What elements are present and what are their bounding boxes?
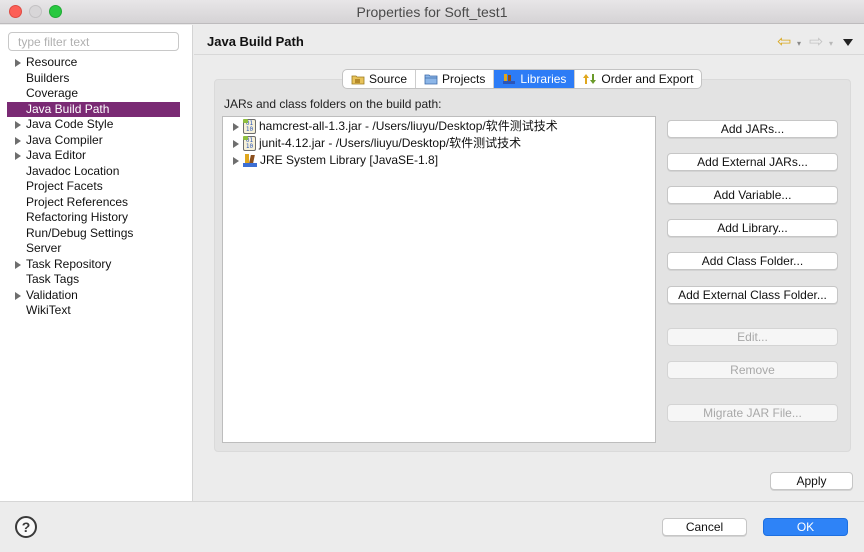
add-jars-button[interactable]: Add JARs... xyxy=(667,120,838,138)
properties-dialog: Properties for Soft_test1 Resource Build… xyxy=(0,0,864,552)
expand-arrow-icon[interactable] xyxy=(233,139,239,148)
jars-list-label: JARs and class folders on the build path… xyxy=(224,97,442,111)
sidebar-item-javadoc-location[interactable]: Javadoc Location xyxy=(7,164,180,180)
forward-arrow-icon[interactable]: ⇨ xyxy=(809,33,823,50)
tab-source[interactable]: Source xyxy=(343,70,417,88)
add-class-folder-button[interactable]: Add Class Folder... xyxy=(667,252,838,270)
order-export-icon xyxy=(583,74,597,84)
jar-icon: 01 10 xyxy=(243,136,256,151)
add-library-button[interactable]: Add Library... xyxy=(667,219,838,237)
sidebar-item-java-code-style[interactable]: Java Code Style xyxy=(7,117,180,133)
forward-history-dropdown-icon[interactable]: ▾ xyxy=(829,39,833,48)
source-folder-icon xyxy=(351,75,365,85)
tree-item[interactable]: 01 10 junit-4.12.jar - /Users/liuyu/Deskt… xyxy=(223,135,521,152)
sidebar-item-validation[interactable]: Validation xyxy=(7,288,180,304)
tree-item[interactable]: JRE System Library [JavaSE-1.8] xyxy=(223,152,438,169)
tab-libraries[interactable]: Libraries xyxy=(494,70,576,88)
sidebar-item-java-build-path[interactable]: Java Build Path xyxy=(7,101,180,117)
tab-label: Libraries xyxy=(520,72,567,86)
sidebar-item-task-repository[interactable]: Task Repository xyxy=(7,257,180,273)
edit-button[interactable]: Edit... xyxy=(667,328,838,346)
add-variable-button[interactable]: Add Variable... xyxy=(667,186,838,204)
view-menu-icon[interactable] xyxy=(843,39,853,46)
sidebar-item-label: Task Tags xyxy=(26,272,80,286)
back-history-dropdown-icon[interactable]: ▾ xyxy=(797,39,801,48)
filter-input[interactable] xyxy=(8,32,179,51)
sidebar-item-label: Java Compiler xyxy=(26,132,103,147)
tab-projects[interactable]: Projects xyxy=(416,70,495,88)
sidebar-item-label: Coverage xyxy=(26,86,79,100)
header-divider xyxy=(194,54,864,55)
tab-order-and-export[interactable]: Order and Export xyxy=(575,70,701,88)
sidebar-item-refactoring-history[interactable]: Refactoring History xyxy=(7,210,180,226)
library-icon xyxy=(243,154,257,167)
sidebar-item-java-compiler[interactable]: Java Compiler xyxy=(7,133,180,149)
expand-arrow-icon[interactable] xyxy=(233,122,239,131)
window-title: Properties for Soft_test1 xyxy=(356,4,508,20)
tree-item[interactable]: 01 10 hamcrest-all-1.3.jar - /Users/liuyu… xyxy=(223,118,558,135)
expand-arrow-icon[interactable] xyxy=(15,291,21,300)
sidebar-item-label: Java Build Path xyxy=(26,101,110,116)
sidebar-item-label: Project References xyxy=(26,194,129,209)
sidebar-item-label: Java Code Style xyxy=(26,117,114,131)
sidebar-item-label: Builders xyxy=(26,70,70,85)
build-path-tabs: Source Projects Libraries Order and Expo… xyxy=(342,69,703,89)
sidebar-item-run-debug-settings[interactable]: Run/Debug Settings xyxy=(7,226,180,242)
libraries-icon xyxy=(503,74,516,84)
expand-arrow-icon[interactable] xyxy=(15,136,21,145)
sidebar-item-label: Task Repository xyxy=(26,256,112,271)
sidebar-item-server[interactable]: Server xyxy=(7,241,180,257)
sidebar-item-label: Java Editor xyxy=(26,148,87,162)
libraries-tree[interactable]: 01 10 hamcrest-all-1.3.jar - /Users/liuyu… xyxy=(222,116,656,443)
sidebar-item-task-tags[interactable]: Task Tags xyxy=(7,272,180,288)
remove-button[interactable]: Remove xyxy=(667,361,838,379)
page-title: Java Build Path xyxy=(207,34,304,49)
tree-item-label: junit-4.12.jar - /Users/liuyu/Desktop/软件… xyxy=(259,136,522,150)
sidebar-item-label: Project Facets xyxy=(26,179,103,193)
apply-button[interactable]: Apply xyxy=(770,472,853,490)
sidebar-item-coverage[interactable]: Coverage xyxy=(7,86,180,102)
sidebar-item-label: Refactoring History xyxy=(26,210,129,224)
cancel-button[interactable]: Cancel xyxy=(662,518,747,536)
sidebar-item-project-references[interactable]: Project References xyxy=(7,195,180,211)
migrate-jar-file-button[interactable]: Migrate JAR File... xyxy=(667,404,838,422)
sidebar-item-label: Javadoc Location xyxy=(26,163,120,178)
sidebar-item-label: Server xyxy=(26,241,62,255)
tree-item-label: JRE System Library [JavaSE-1.8] xyxy=(260,153,439,167)
sidebar-item-label: WikiText xyxy=(26,303,71,317)
expand-arrow-icon[interactable] xyxy=(15,59,21,67)
add-external-jars-button[interactable]: Add External JARs... xyxy=(667,153,838,171)
tree-item-label: hamcrest-all-1.3.jar - /Users/liuyu/Desk… xyxy=(259,119,558,133)
ok-button[interactable]: OK xyxy=(763,518,848,536)
sidebar-item-wikitext[interactable]: WikiText xyxy=(7,303,180,319)
back-arrow-icon[interactable]: ⇦ xyxy=(777,33,791,50)
sidebar-nav: Resource Builders Coverage Java Build Pa… xyxy=(7,55,180,319)
sidebar-item-project-facets[interactable]: Project Facets xyxy=(7,179,180,195)
title-bar: Properties for Soft_test1 xyxy=(0,0,864,24)
projects-icon xyxy=(424,74,438,85)
expand-arrow-icon[interactable] xyxy=(15,260,21,269)
help-icon[interactable]: ? xyxy=(15,516,37,538)
jar-icon: 01 10 xyxy=(243,119,256,134)
sidebar-item-label: Run/Debug Settings xyxy=(26,225,134,240)
expand-arrow-icon[interactable] xyxy=(233,156,239,165)
add-external-class-folder-button[interactable]: Add External Class Folder... xyxy=(667,286,838,304)
expand-arrow-icon[interactable] xyxy=(15,152,21,160)
sidebar: Resource Builders Coverage Java Build Pa… xyxy=(0,25,193,501)
tab-label: Order and Export xyxy=(601,72,694,86)
footer-divider xyxy=(0,501,864,502)
sidebar-item-builders[interactable]: Builders xyxy=(7,71,180,87)
tab-label: Projects xyxy=(442,72,486,86)
sidebar-item-resource[interactable]: Resource xyxy=(7,55,180,71)
expand-arrow-icon[interactable] xyxy=(15,121,21,129)
sidebar-item-label: Resource xyxy=(26,55,78,69)
tab-label: Source xyxy=(369,72,408,86)
sidebar-item-java-editor[interactable]: Java Editor xyxy=(7,148,180,164)
sidebar-item-label: Validation xyxy=(26,287,78,302)
